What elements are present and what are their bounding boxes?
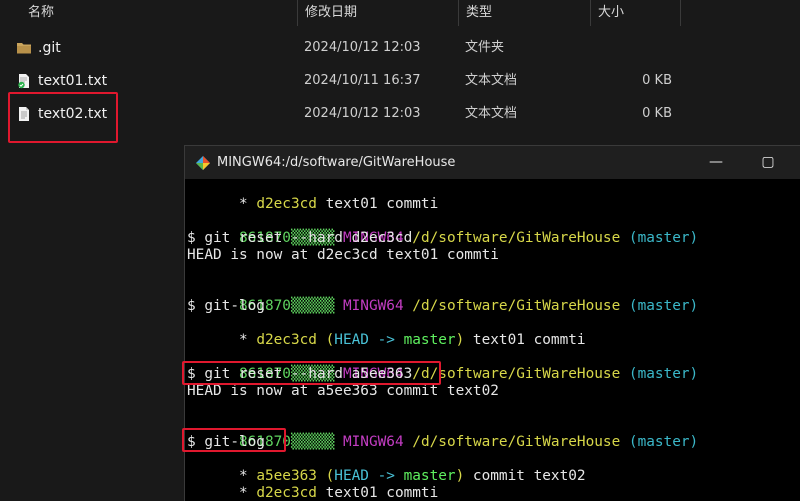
file-type: 文本文档	[465, 73, 518, 88]
file-modified: 2024/10/11 16:37	[304, 73, 421, 88]
prompt-env: MINGW64	[342, 298, 404, 314]
log-line: * d2ec3cd text01 commti	[187, 468, 438, 501]
maximize-button[interactable]: ▢	[745, 146, 791, 179]
highlight-box-reset-command	[182, 361, 441, 385]
column-divider[interactable]	[297, 0, 298, 26]
column-divider[interactable]	[590, 0, 591, 26]
output-line: HEAD is now at d2ec3cd text01 commti	[187, 247, 499, 263]
log-line: * d2ec3cd text01 commti	[187, 179, 438, 212]
mingw-icon	[196, 156, 210, 170]
column-divider[interactable]	[458, 0, 459, 26]
command-line: $ git reset --hard d2ec3cd	[187, 230, 413, 246]
minimize-button[interactable]: —	[693, 146, 739, 179]
commit-message: text01 commti	[464, 332, 586, 348]
prompt-branch: (master)	[628, 366, 699, 382]
output-line: HEAD is now at a5ee363 commit text02	[187, 383, 499, 399]
commit-message: text01 commti	[316, 485, 439, 501]
commit-message: commit text02	[464, 468, 586, 484]
ref-close: )	[455, 468, 465, 484]
commit-hash: d2ec3cd	[256, 485, 317, 501]
highlight-box-gitlog-command	[182, 428, 286, 452]
file-modified: 2024/10/12 12:03	[304, 40, 421, 55]
commit-hash: d2ec3cd	[256, 196, 317, 212]
ref-open: (	[316, 332, 335, 348]
commit-message: text01 commti	[316, 196, 439, 212]
terminal-title: MINGW64:/d/software/GitWareHouse	[217, 155, 456, 170]
column-header-size[interactable]: 大小	[598, 0, 624, 28]
ref-close: )	[455, 332, 465, 348]
prompt-env: MINGW64	[342, 434, 404, 450]
log-bullet: *	[238, 196, 257, 212]
sort-up-icon: ⌃	[152, 0, 160, 5]
file-name: .git	[38, 40, 61, 56]
prompt-branch: (master)	[628, 434, 699, 450]
file-size: 0 KB	[642, 73, 672, 88]
column-divider[interactable]	[680, 0, 681, 26]
file-type: 文件夹	[465, 40, 505, 55]
text-file-synced-icon	[18, 74, 29, 89]
command-line: $ git-log	[187, 298, 265, 314]
log-line: * a5ee363 (HEAD -> master) commit text02	[187, 451, 586, 484]
commit-hash: d2ec3cd	[256, 332, 317, 348]
prompt-path: /d/software/GitWareHouse	[412, 298, 621, 314]
file-row-git[interactable]: .git 2024/10/12 12:03 文件夹	[0, 32, 700, 64]
ref-branch: master	[403, 332, 456, 348]
file-modified: 2024/10/12 12:03	[304, 106, 421, 121]
prompt-path: /d/software/GitWareHouse	[412, 366, 621, 382]
log-bullet: *	[238, 332, 257, 348]
terminal-output[interactable]: * d2ec3cd text01 commti 861870▒▒▒▒▒ MING…	[185, 179, 800, 501]
prompt-path: /d/software/GitWareHouse	[412, 434, 621, 450]
column-header-name[interactable]: 名称	[28, 0, 54, 28]
log-bullet: *	[238, 485, 257, 501]
ref-head: HEAD ->	[334, 332, 404, 348]
column-header-type[interactable]: 类型	[466, 0, 492, 28]
prompt-branch: (master)	[628, 230, 699, 246]
prompt-line: 861870▒▒▒▒▒ MINGW64 /d/software/GitWareH…	[187, 213, 698, 246]
folder-icon	[17, 43, 31, 54]
file-type: 文本文档	[465, 106, 518, 121]
column-header-modified[interactable]: 修改日期	[305, 0, 357, 28]
prompt-line: 861870▒▒▒▒▒ MINGW64 /d/software/GitWareH…	[187, 281, 698, 314]
file-size: 0 KB	[642, 106, 672, 121]
terminal-titlebar[interactable]: MINGW64:/d/software/GitWareHouse — ▢	[185, 146, 800, 179]
log-line: * d2ec3cd (HEAD -> master) text01 commti	[187, 315, 586, 348]
highlight-box-text02	[8, 92, 118, 143]
prompt-branch: (master)	[628, 298, 699, 314]
prompt-path: /d/software/GitWareHouse	[412, 230, 621, 246]
